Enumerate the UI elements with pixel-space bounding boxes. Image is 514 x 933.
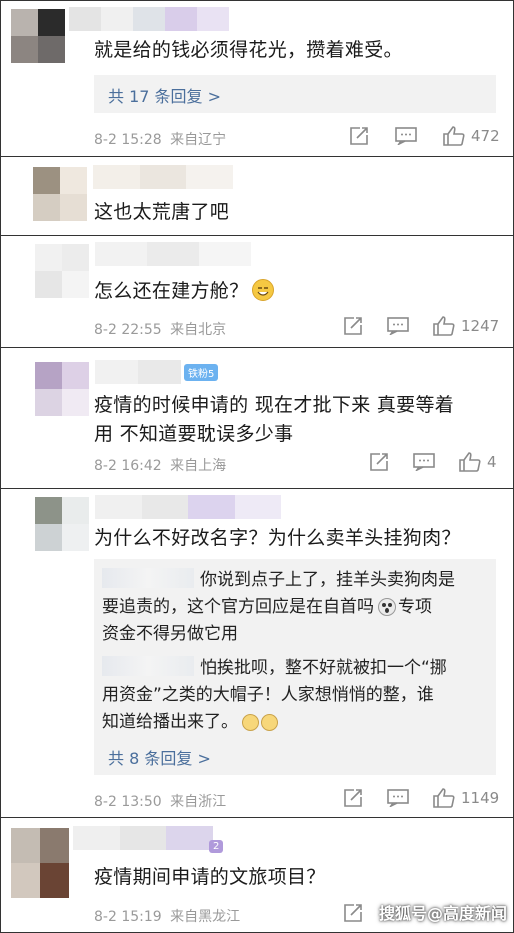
like-count: 472 [471, 127, 500, 145]
avatar[interactable] [33, 167, 87, 221]
repost-icon[interactable] [349, 127, 369, 145]
avatar[interactable] [35, 497, 89, 551]
username-blurred[interactable] [69, 7, 229, 31]
reply-line: 要追责的，这个官方回应是在自首吗 专项 [102, 594, 432, 621]
comment-date: 8-2 13:50 [94, 794, 162, 810]
reply-text: 用资金”之类的大帽子！人家想悄悄的整，谁 [102, 685, 434, 705]
comment-text-line2: 用 不知道要耽误多少事 [94, 423, 294, 445]
more-replies-link[interactable]: 共 8 条回复 > [108, 745, 211, 769]
comment-date: 8-2 15:19 [94, 909, 162, 925]
reply-line: 用资金”之类的大帽子！人家想悄悄的整，谁 [102, 682, 434, 709]
emoji-icon [242, 714, 259, 731]
avatar[interactable] [11, 828, 69, 898]
reply-username-blurred[interactable] [102, 568, 194, 588]
reply-text: 你说到点子上了，挂羊头卖狗肉是 [200, 570, 455, 590]
reply-line: 你说到点子上了，挂羊头卖狗肉是 [102, 567, 455, 594]
avatar[interactable] [11, 9, 65, 63]
comment-date: 8-2 22:55 [94, 322, 162, 338]
reply-text: 知道给播出来了。 [102, 712, 238, 732]
username-blurred[interactable] [95, 360, 181, 384]
emoji-icon [378, 598, 396, 616]
comment-text: 这也太荒唐了吧 [94, 201, 230, 223]
comment-icon[interactable] [413, 453, 435, 471]
comment-location: 来自辽宁 [170, 132, 227, 148]
comment-card: 这也太荒唐了吧 [0, 156, 514, 236]
comment-card: 铁粉5 疫情的时候申请的 现在才批下来 真要等着 用 不知道要耽误多少事 8-2… [0, 347, 514, 489]
watermark: 搜狐号@高度新闻 [378, 904, 507, 923]
avatar[interactable] [35, 362, 89, 416]
comment-location: 来自北京 [170, 322, 227, 338]
emoji-icon [252, 279, 275, 301]
reply-line: 怕挨批呗，整不好就被扣一个“挪 [102, 655, 447, 682]
comment-text-line1: 疫情的时候申请的 现在才批下来 真要等着 [94, 394, 455, 416]
comment-card: 怎么还在建方舱？ 8-2 22:55 来自北京 1247 [0, 235, 514, 348]
like-icon[interactable] [443, 126, 465, 146]
comment-meta: 8-2 15:19 来自黑龙江 [94, 906, 240, 926]
comment-actions: 472 [349, 126, 500, 146]
repost-icon[interactable] [343, 904, 363, 922]
username-blurred[interactable] [95, 242, 251, 266]
comment-text: 疫情期间申请的文旅项目？ [94, 866, 326, 888]
username-blurred[interactable] [95, 495, 281, 519]
comment-text: 就是给的钱必须得花光，攒着难受。 [94, 39, 403, 61]
comment-card: 2 疫情期间申请的文旅项目？ 8-2 15:19 来自黑龙江 搜狐号@高度新闻 [0, 817, 514, 933]
reply-text: 要追责的，这个官方回应是在自首吗 [102, 597, 374, 617]
username-blurred[interactable] [73, 826, 213, 850]
fan-badge: 2 [209, 840, 224, 853]
comment-icon[interactable] [387, 789, 409, 807]
more-replies-link[interactable]: 共 17 条回复 > [108, 83, 221, 107]
like-icon[interactable] [433, 788, 455, 808]
like-count: 1247 [461, 317, 500, 335]
comment-location: 来自上海 [170, 458, 227, 474]
like-icon[interactable] [459, 452, 481, 472]
comment-actions: 1149 [343, 788, 499, 808]
like-count: 1149 [461, 789, 500, 807]
comment-location: 来自黑龙江 [170, 909, 241, 925]
like-icon[interactable] [433, 316, 455, 336]
comment-text: 为什么不好改名字？为什么卖羊头挂狗肉？ [94, 527, 461, 549]
reply-line: 资金不得另做它用 [102, 621, 238, 648]
emoji-icon [261, 714, 278, 731]
username-blurred[interactable] [93, 165, 233, 189]
repost-icon[interactable] [343, 317, 363, 335]
replies-box: 共 17 条回复 > [94, 75, 496, 113]
reply-text: 专项 [398, 597, 432, 617]
comment-location: 来自浙江 [170, 794, 227, 810]
comment-meta: 8-2 22:55 来自北京 [94, 319, 226, 339]
reply-username-blurred[interactable] [102, 656, 194, 676]
comment-icon[interactable] [387, 317, 409, 335]
reply-line: 知道给播出来了。 [102, 709, 278, 736]
comment-card: 为什么不好改名字？为什么卖羊头挂狗肉？ 你说到点子上了，挂羊头卖狗肉是 要追责的… [0, 488, 514, 818]
comment-actions: 4 [369, 452, 497, 472]
comment-date: 8-2 15:28 [94, 132, 162, 148]
repost-icon[interactable] [369, 453, 389, 471]
comment-text-content: 怎么还在建方舱？ [94, 280, 249, 302]
like-count: 4 [487, 453, 497, 471]
repost-icon[interactable] [343, 789, 363, 807]
reply-text: 怕挨批呗，整不好就被扣一个“挪 [200, 658, 447, 678]
avatar[interactable] [35, 244, 89, 298]
reply-text: 资金不得另做它用 [102, 624, 238, 644]
replies-box: 你说到点子上了，挂羊头卖狗肉是 要追责的，这个官方回应是在自首吗 专项 资金不得另… [94, 559, 496, 775]
comment-text: 怎么还在建方舱？ [94, 276, 275, 307]
comment-meta: 8-2 16:42 来自上海 [94, 455, 226, 475]
comment-card: 就是给的钱必须得花光，攒着难受。 共 17 条回复 > 8-2 15:28 来自… [0, 0, 514, 157]
fan-badge: 铁粉5 [184, 364, 219, 381]
comment-meta: 8-2 15:28 来自辽宁 [94, 129, 226, 149]
comment-meta: 8-2 13:50 来自浙江 [94, 791, 226, 811]
comment-actions: 1247 [343, 316, 499, 336]
comment-date: 8-2 16:42 [94, 458, 162, 474]
comment-icon[interactable] [395, 127, 417, 145]
